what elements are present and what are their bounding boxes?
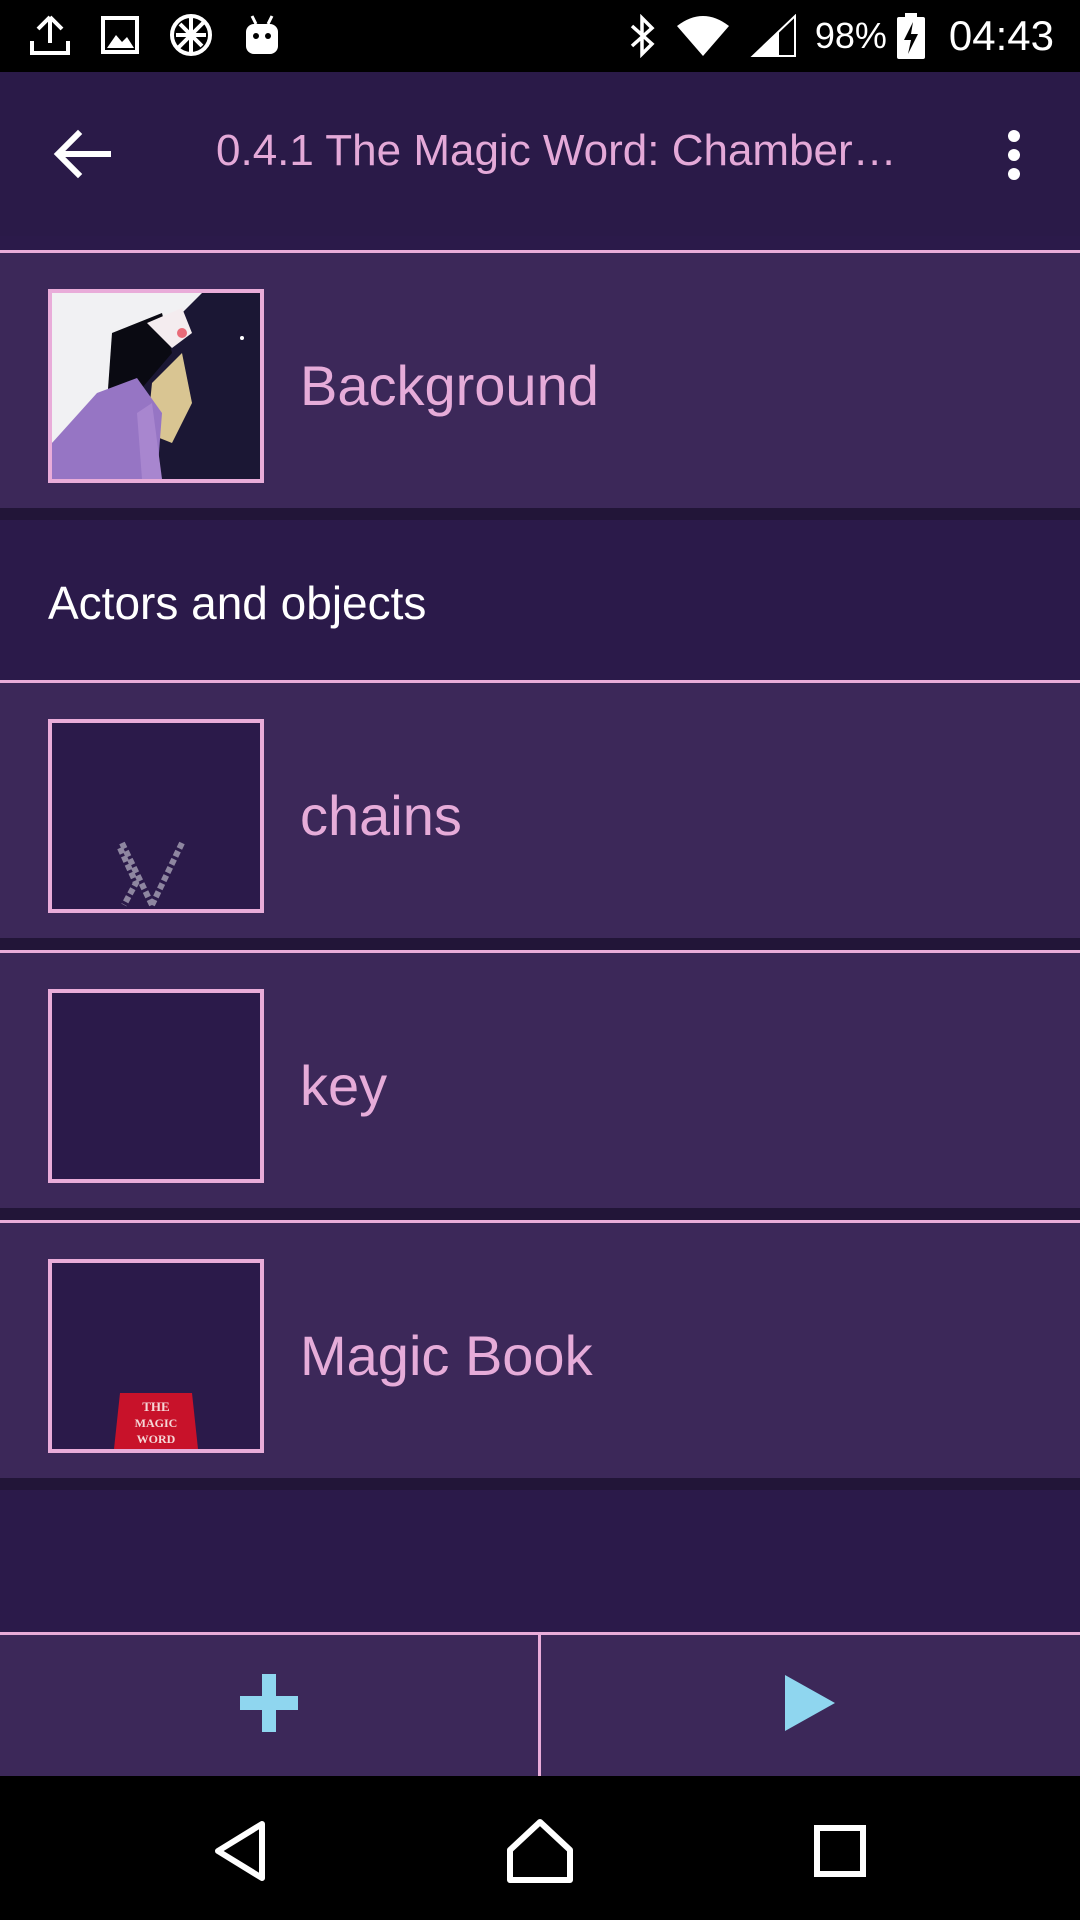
row-shadow bbox=[0, 938, 1080, 950]
status-bar-right: 98% 04:43 bbox=[627, 8, 1054, 64]
back-triangle-icon[interactable] bbox=[200, 1816, 280, 1886]
key-label: key bbox=[300, 1054, 388, 1117]
bottom-action-bar bbox=[0, 1632, 1080, 1776]
section-title: Actors and objects bbox=[48, 577, 427, 629]
object-row-chains[interactable]: chains bbox=[0, 680, 1080, 950]
magic-book-label: Magic Book bbox=[300, 1324, 593, 1387]
play-icon bbox=[783, 1673, 837, 1738]
recents-icon[interactable] bbox=[800, 1816, 880, 1886]
arrow-left-icon[interactable] bbox=[52, 128, 112, 180]
page-title: 0.4.1 The Magic Word: Chamber… bbox=[216, 126, 897, 175]
image-icon bbox=[100, 15, 140, 55]
status-time: 04:43 bbox=[948, 12, 1054, 59]
background-label: Background bbox=[300, 354, 599, 417]
status-bar: 98% 04:43 bbox=[0, 0, 1080, 72]
more-vert-icon[interactable] bbox=[1002, 130, 1026, 180]
object-row-key[interactable]: key bbox=[0, 950, 1080, 1220]
row-shadow bbox=[0, 1208, 1080, 1220]
app-toolbar: 0.4.1 The Magic Word: Chamber… bbox=[0, 72, 1080, 236]
play-button[interactable] bbox=[541, 1635, 1079, 1776]
background-thumbnail bbox=[48, 289, 264, 483]
wifi-icon bbox=[675, 14, 731, 58]
row-shadow bbox=[0, 508, 1080, 520]
row-shadow bbox=[0, 1478, 1080, 1490]
plus-icon bbox=[240, 1674, 298, 1737]
chains-thumbnail bbox=[48, 719, 264, 913]
battery-charging-icon bbox=[896, 13, 925, 59]
add-object-button[interactable] bbox=[0, 1635, 538, 1776]
magic-book-thumbnail: THE MAGIC WORD bbox=[48, 1259, 264, 1453]
upload-icon bbox=[28, 13, 72, 57]
cell-signal-icon bbox=[749, 14, 797, 58]
system-nav-bar bbox=[0, 1776, 1080, 1920]
chains-label: chains bbox=[300, 784, 462, 847]
android-debug-icon bbox=[242, 14, 282, 56]
bluetooth-icon bbox=[627, 14, 657, 58]
magic-book-logo-line3: WORD bbox=[137, 1432, 176, 1446]
scene-content: Background Actors and objects chains key bbox=[0, 236, 1080, 1632]
network-blocked-icon bbox=[168, 12, 214, 58]
section-header: Actors and objects bbox=[0, 520, 1080, 680]
home-icon[interactable] bbox=[500, 1816, 580, 1886]
background-row[interactable]: Background bbox=[0, 250, 1080, 520]
battery-percent: 98% bbox=[814, 15, 887, 56]
key-thumbnail bbox=[48, 989, 264, 1183]
object-row-magic-book[interactable]: THE MAGIC WORD Magic Book bbox=[0, 1220, 1080, 1490]
status-bar-left bbox=[28, 12, 282, 58]
magic-book-logo-line2: MAGIC bbox=[135, 1416, 178, 1430]
magic-book-logo-line1: THE bbox=[142, 1399, 169, 1414]
